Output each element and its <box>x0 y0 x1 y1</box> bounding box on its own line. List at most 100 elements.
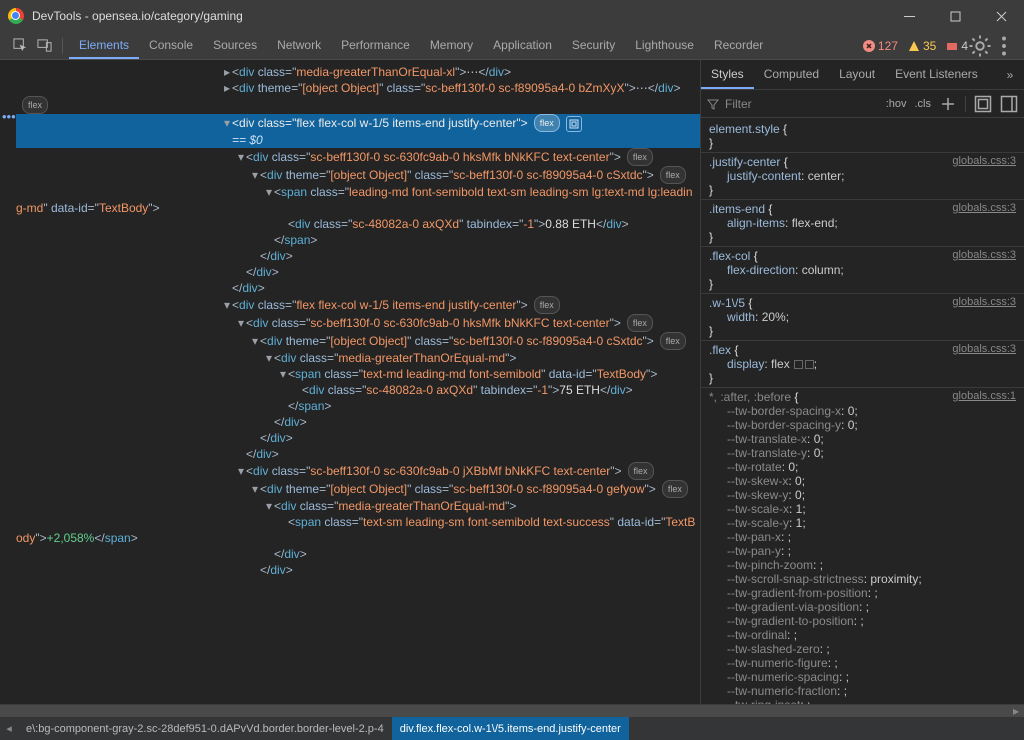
dom-line[interactable]: <span class="text-sm leading-sm font-sem… <box>16 514 700 546</box>
dom-line[interactable]: <span class="text-md leading-md font-sem… <box>16 366 700 382</box>
tab-sources[interactable]: Sources <box>203 32 267 59</box>
scroll-thumb[interactable] <box>0 705 1024 716</box>
tab-elements[interactable]: Elements <box>69 32 139 59</box>
minimize-button[interactable] <box>886 0 932 32</box>
elements-tree[interactable]: <div class="media-greaterThanOrEqual-xl"… <box>16 60 700 704</box>
caret-open-icon[interactable] <box>250 481 260 497</box>
warning-count[interactable]: 35 <box>908 39 936 53</box>
dom-line[interactable]: <div theme="[object Object]" class="sc-b… <box>16 480 700 498</box>
info-count[interactable]: 4 <box>946 39 968 53</box>
source-link[interactable]: globals.css:3 <box>952 296 1016 310</box>
tab-network[interactable]: Network <box>267 32 331 59</box>
dom-line[interactable]: <div class="media-greaterThanOrEqual-xl"… <box>16 64 700 80</box>
dom-line[interactable]: <div class="sc-beff130f-0 sc-630fc9ab-0 … <box>16 148 700 166</box>
caret-closed-icon[interactable] <box>222 64 232 80</box>
issue-counts[interactable]: 127 35 4 <box>863 39 968 53</box>
caret-open-icon[interactable] <box>222 297 232 313</box>
dom-line[interactable]: <div class="sc-48082a-0 axQXd" tabindex=… <box>16 216 700 232</box>
dom-line[interactable]: </span> <box>16 398 700 414</box>
kebab-icon[interactable] <box>992 34 1016 58</box>
source-link[interactable]: globals.css:3 <box>952 343 1016 357</box>
flex-badge[interactable]: flex <box>534 114 560 132</box>
styles-tab-computed[interactable]: Computed <box>754 60 829 89</box>
caret-closed-icon[interactable] <box>222 80 232 96</box>
tab-console[interactable]: Console <box>139 32 203 59</box>
style-rule[interactable]: .flex-col {globals.css:3flex-direction: … <box>701 247 1024 294</box>
new-rule-icon[interactable] <box>939 95 957 113</box>
flex-badge[interactable]: flex <box>660 166 686 184</box>
styles-tab-styles[interactable]: Styles <box>701 60 754 89</box>
maximize-button[interactable] <box>932 0 978 32</box>
dom-line[interactable]: </div> <box>16 430 700 446</box>
style-rule[interactable]: *, :after, :before {globals.css:1--tw-bo… <box>701 388 1024 704</box>
close-button[interactable] <box>978 0 1024 32</box>
dom-line[interactable]: <div class="sc-beff130f-0 sc-630fc9ab-0 … <box>16 462 700 480</box>
flex-badge[interactable]: flex <box>628 462 654 480</box>
dom-line[interactable]: </div> <box>16 414 700 430</box>
hov-toggle[interactable]: :hov <box>886 98 907 110</box>
styles-tab-layout[interactable]: Layout <box>829 60 885 89</box>
tab-memory[interactable]: Memory <box>420 32 483 59</box>
dom-line[interactable]: <div theme="[object Object]" class="sc-b… <box>16 166 700 184</box>
style-rule[interactable]: .flex {globals.css:3display: flex;} <box>701 341 1024 388</box>
caret-open-icon[interactable] <box>236 315 246 331</box>
more-tabs-icon[interactable]: » <box>996 60 1024 89</box>
filter-input[interactable]: Filter <box>707 97 880 111</box>
dom-line[interactable]: </div> <box>16 546 700 562</box>
style-rules[interactable]: element.style {}.justify-center {globals… <box>701 118 1024 704</box>
caret-open-icon[interactable] <box>222 115 232 131</box>
computed-toggle-icon[interactable] <box>974 95 992 113</box>
caret-open-icon[interactable] <box>264 498 274 514</box>
caret-open-icon[interactable] <box>250 333 260 349</box>
inspect-icon[interactable] <box>8 32 32 60</box>
scroll-into-view-icon[interactable] <box>566 116 582 132</box>
source-link[interactable]: globals.css:1 <box>952 390 1016 404</box>
dom-line[interactable]: <div theme="[object Object]" class="sc-b… <box>16 80 700 114</box>
style-rule[interactable]: .w-1\/5 {globals.css:3width: 20%;} <box>701 294 1024 341</box>
cls-toggle[interactable]: .cls <box>915 98 932 110</box>
horizontal-scrollbar[interactable]: ◂ ▸ <box>0 704 1024 716</box>
style-rule[interactable]: .justify-center {globals.css:3justify-co… <box>701 153 1024 200</box>
sidebar-toggle-icon[interactable] <box>1000 95 1018 113</box>
caret-open-icon[interactable] <box>278 366 288 382</box>
caret-open-icon[interactable] <box>250 167 260 183</box>
caret-open-icon[interactable] <box>264 184 274 200</box>
breadcrumb-item[interactable]: e\:bg-component-gray-2.sc-28def951-0.dAP… <box>18 717 392 740</box>
caret-open-icon[interactable] <box>236 149 246 165</box>
style-rule[interactable]: element.style {} <box>701 120 1024 153</box>
dom-line[interactable]: <div class="media-greaterThanOrEqual-md"… <box>16 498 700 514</box>
flex-badge[interactable]: flex <box>22 96 48 114</box>
tab-performance[interactable]: Performance <box>331 32 420 59</box>
dom-line[interactable]: <div class="sc-48082a-0 axQXd" tabindex=… <box>16 382 700 398</box>
flex-badge[interactable]: flex <box>627 148 653 166</box>
gear-icon[interactable] <box>968 34 992 58</box>
caret-open-icon[interactable] <box>236 463 246 479</box>
source-link[interactable]: globals.css:3 <box>952 155 1016 169</box>
dom-line[interactable]: </div> <box>16 264 700 280</box>
style-rule[interactable]: .items-end {globals.css:3align-items: fl… <box>701 200 1024 247</box>
dom-line[interactable]: </div> <box>16 446 700 462</box>
dom-line[interactable]: <div class="flex flex-col w-1/5 items-en… <box>16 114 700 148</box>
dom-line[interactable]: </span> <box>16 232 700 248</box>
dom-line[interactable]: </div> <box>16 562 700 578</box>
flex-badge[interactable]: flex <box>662 480 688 498</box>
error-count[interactable]: 127 <box>863 39 898 53</box>
scroll-right-icon[interactable]: ▸ <box>1008 705 1024 716</box>
flex-badge[interactable]: flex <box>660 332 686 350</box>
source-link[interactable]: globals.css:3 <box>952 202 1016 216</box>
dom-line[interactable]: <span class="leading-md font-semibold te… <box>16 184 700 216</box>
tab-lighthouse[interactable]: Lighthouse <box>625 32 704 59</box>
tab-application[interactable]: Application <box>483 32 562 59</box>
dom-line[interactable]: <div class="media-greaterThanOrEqual-md"… <box>16 350 700 366</box>
dom-line[interactable]: <div class="sc-beff130f-0 sc-630fc9ab-0 … <box>16 314 700 332</box>
flex-badge[interactable]: flex <box>627 314 653 332</box>
source-link[interactable]: globals.css:3 <box>952 249 1016 263</box>
dom-line[interactable]: </div> <box>16 248 700 264</box>
caret-open-icon[interactable] <box>264 350 274 366</box>
styles-tab-event-listeners[interactable]: Event Listeners <box>885 60 988 89</box>
dom-line[interactable]: <div class="flex flex-col w-1/5 items-en… <box>16 296 700 314</box>
device-icon[interactable] <box>32 32 56 60</box>
breadcrumb-item-active[interactable]: div.flex.flex-col.w-1\/5.items-end.justi… <box>392 717 629 740</box>
breadcrumb-left-icon[interactable]: ◂ <box>0 722 18 735</box>
breadcrumbs[interactable]: ◂ e\:bg-component-gray-2.sc-28def951-0.d… <box>0 716 1024 740</box>
